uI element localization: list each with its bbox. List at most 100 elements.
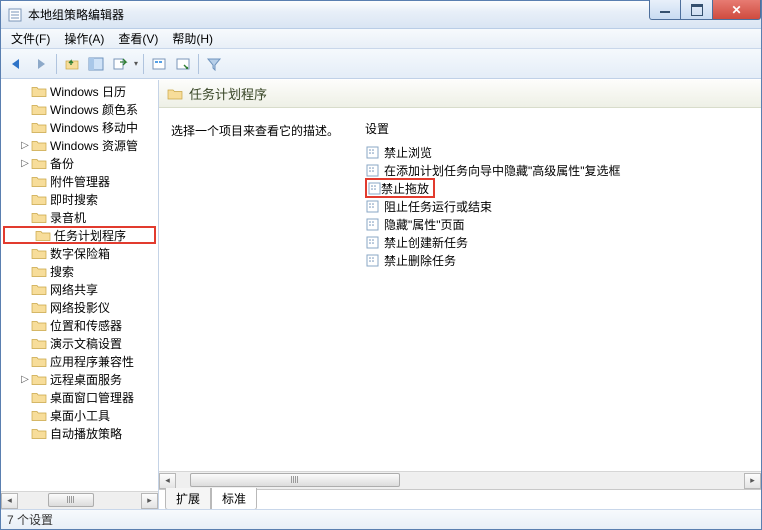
scroll-thumb[interactable] xyxy=(48,493,94,507)
tree-item[interactable]: 桌面窗口管理器 xyxy=(1,388,158,406)
tree-item[interactable]: Windows 日历 xyxy=(1,82,158,100)
window-title: 本地组策略编辑器 xyxy=(28,6,649,23)
tree-item-label: 任务计划程序 xyxy=(54,227,126,244)
maximize-button[interactable] xyxy=(681,0,713,20)
folder-icon xyxy=(31,84,47,98)
tree-item[interactable]: 附件管理器 xyxy=(1,172,158,190)
refresh-button[interactable] xyxy=(147,52,171,76)
back-button[interactable] xyxy=(5,52,29,76)
scroll-left-arrow-icon[interactable]: ◂ xyxy=(1,493,18,509)
tree-scroll-area[interactable]: Windows 日历Windows 颜色系Windows 移动中▷Windows… xyxy=(1,80,158,491)
menu-file[interactable]: 文件(F) xyxy=(5,28,56,49)
toolbar-separator xyxy=(198,54,199,74)
status-text: 7 个设置 xyxy=(7,511,53,528)
filter-button[interactable] xyxy=(202,52,226,76)
tree-item-label: 附件管理器 xyxy=(50,173,110,190)
tab-standard[interactable]: 标准 xyxy=(211,488,257,509)
tree-item[interactable]: 录音机 xyxy=(1,208,158,226)
tree-item[interactable]: ▷远程桌面服务 xyxy=(1,370,158,388)
setting-item[interactable]: 在添加计划任务向导中隐藏"高级属性"复选框 xyxy=(363,161,753,179)
scroll-thumb[interactable] xyxy=(190,473,400,487)
details-title: 任务计划程序 xyxy=(189,84,267,103)
setting-item[interactable]: 禁止删除任务 xyxy=(363,251,753,269)
setting-item[interactable]: 阻止任务运行或结束 xyxy=(363,197,753,215)
policy-icon xyxy=(365,253,379,267)
export-dropdown-icon[interactable]: ▾ xyxy=(132,59,140,68)
tree-item[interactable]: 自动播放策略 xyxy=(1,424,158,442)
tree-item-label: 演示文稿设置 xyxy=(50,335,122,352)
menu-view[interactable]: 查看(V) xyxy=(112,28,164,49)
tree-item[interactable]: 网络投影仪 xyxy=(1,298,158,316)
policy-icon xyxy=(365,235,379,249)
properties-button[interactable] xyxy=(171,52,195,76)
tab-extended[interactable]: 扩展 xyxy=(165,488,211,509)
tree-item-label: 数字保险箱 xyxy=(50,245,110,262)
menu-help[interactable]: 帮助(H) xyxy=(166,28,219,49)
tree-horizontal-scrollbar[interactable]: ◂ ▸ xyxy=(1,491,158,509)
policy-icon xyxy=(367,181,381,195)
menu-action[interactable]: 操作(A) xyxy=(58,28,110,49)
tree-item-label: 位置和传感器 xyxy=(50,317,122,334)
tree-item-label: 自动播放策略 xyxy=(50,425,122,442)
tree-item-label: Windows 日历 xyxy=(50,83,126,100)
settings-column-header[interactable]: 设置 xyxy=(363,116,753,143)
setting-item[interactable]: 禁止创建新任务 xyxy=(363,233,753,251)
scroll-right-arrow-icon[interactable]: ▸ xyxy=(141,493,158,509)
titlebar[interactable]: 本地组策略编辑器 xyxy=(1,1,761,29)
up-folder-button[interactable] xyxy=(60,52,84,76)
folder-icon xyxy=(31,264,47,278)
details-panel: 任务计划程序 选择一个项目来查看它的描述。 设置 禁止浏览在添加计划任务向导中隐… xyxy=(159,80,761,509)
tree-item-label: 搜索 xyxy=(50,263,74,280)
tree-item[interactable]: 数字保险箱 xyxy=(1,244,158,262)
folder-icon xyxy=(31,210,47,224)
tree-item[interactable]: 网络共享 xyxy=(1,280,158,298)
tree-item[interactable]: 桌面小工具 xyxy=(1,406,158,424)
bottom-tabs: 扩展 标准 xyxy=(159,489,761,509)
folder-icon xyxy=(35,228,51,242)
window-root: 本地组策略编辑器 文件(F) 操作(A) 查看(V) 帮助(H) ▾ Win xyxy=(0,0,762,530)
policy-icon xyxy=(365,163,379,177)
close-button[interactable] xyxy=(713,0,761,20)
folder-icon xyxy=(31,246,47,260)
folder-icon xyxy=(31,354,47,368)
forward-button[interactable] xyxy=(29,52,53,76)
tree-item[interactable]: ▷备份 xyxy=(1,154,158,172)
tree-item[interactable]: Windows 颜色系 xyxy=(1,100,158,118)
tree-item[interactable]: 演示文稿设置 xyxy=(1,334,158,352)
menubar: 文件(F) 操作(A) 查看(V) 帮助(H) xyxy=(1,29,761,49)
minimize-button[interactable] xyxy=(649,0,681,20)
scroll-track[interactable] xyxy=(18,493,141,509)
tree-item[interactable]: 任务计划程序 xyxy=(3,226,156,244)
tree-item-label: Windows 颜色系 xyxy=(50,101,138,118)
expand-icon[interactable]: ▷ xyxy=(19,158,31,169)
settings-list: 禁止浏览在添加计划任务向导中隐藏"高级属性"复选框禁止拖放阻止任务运行或结束隐藏… xyxy=(363,143,753,269)
tree-item[interactable]: 应用程序兼容性 xyxy=(1,352,158,370)
highlighted-setting[interactable]: 禁止拖放 xyxy=(365,178,435,198)
setting-item[interactable]: 隐藏"属性"页面 xyxy=(363,215,753,233)
details-horizontal-scrollbar[interactable]: ◂ ▸ xyxy=(159,471,761,489)
folder-icon xyxy=(31,408,47,422)
tree-item[interactable]: ▷Windows 资源管 xyxy=(1,136,158,154)
tree-item[interactable]: Windows 移动中 xyxy=(1,118,158,136)
tree-item[interactable]: 即时搜索 xyxy=(1,190,158,208)
tree-item[interactable]: 搜索 xyxy=(1,262,158,280)
setting-label: 禁止创建新任务 xyxy=(384,234,468,251)
tree-item-label: 桌面小工具 xyxy=(50,407,110,424)
folder-icon xyxy=(31,282,47,296)
tree-panel: Windows 日历Windows 颜色系Windows 移动中▷Windows… xyxy=(1,80,159,509)
setting-item[interactable]: 禁止拖放 xyxy=(363,179,753,197)
scroll-track[interactable] xyxy=(176,473,744,489)
tree-item[interactable]: 位置和传感器 xyxy=(1,316,158,334)
expand-icon[interactable]: ▷ xyxy=(19,140,31,151)
expand-icon[interactable]: ▷ xyxy=(19,374,31,385)
show-hide-tree-button[interactable] xyxy=(84,52,108,76)
scroll-right-arrow-icon[interactable]: ▸ xyxy=(744,473,761,489)
toolbar-separator xyxy=(56,54,57,74)
details-header: 任务计划程序 xyxy=(159,80,761,108)
tree-item-label: 网络共享 xyxy=(50,281,98,298)
export-button[interactable] xyxy=(108,52,132,76)
tree-item-label: 网络投影仪 xyxy=(50,299,110,316)
setting-item[interactable]: 禁止浏览 xyxy=(363,143,753,161)
window-buttons xyxy=(649,1,761,28)
scroll-left-arrow-icon[interactable]: ◂ xyxy=(159,473,176,489)
